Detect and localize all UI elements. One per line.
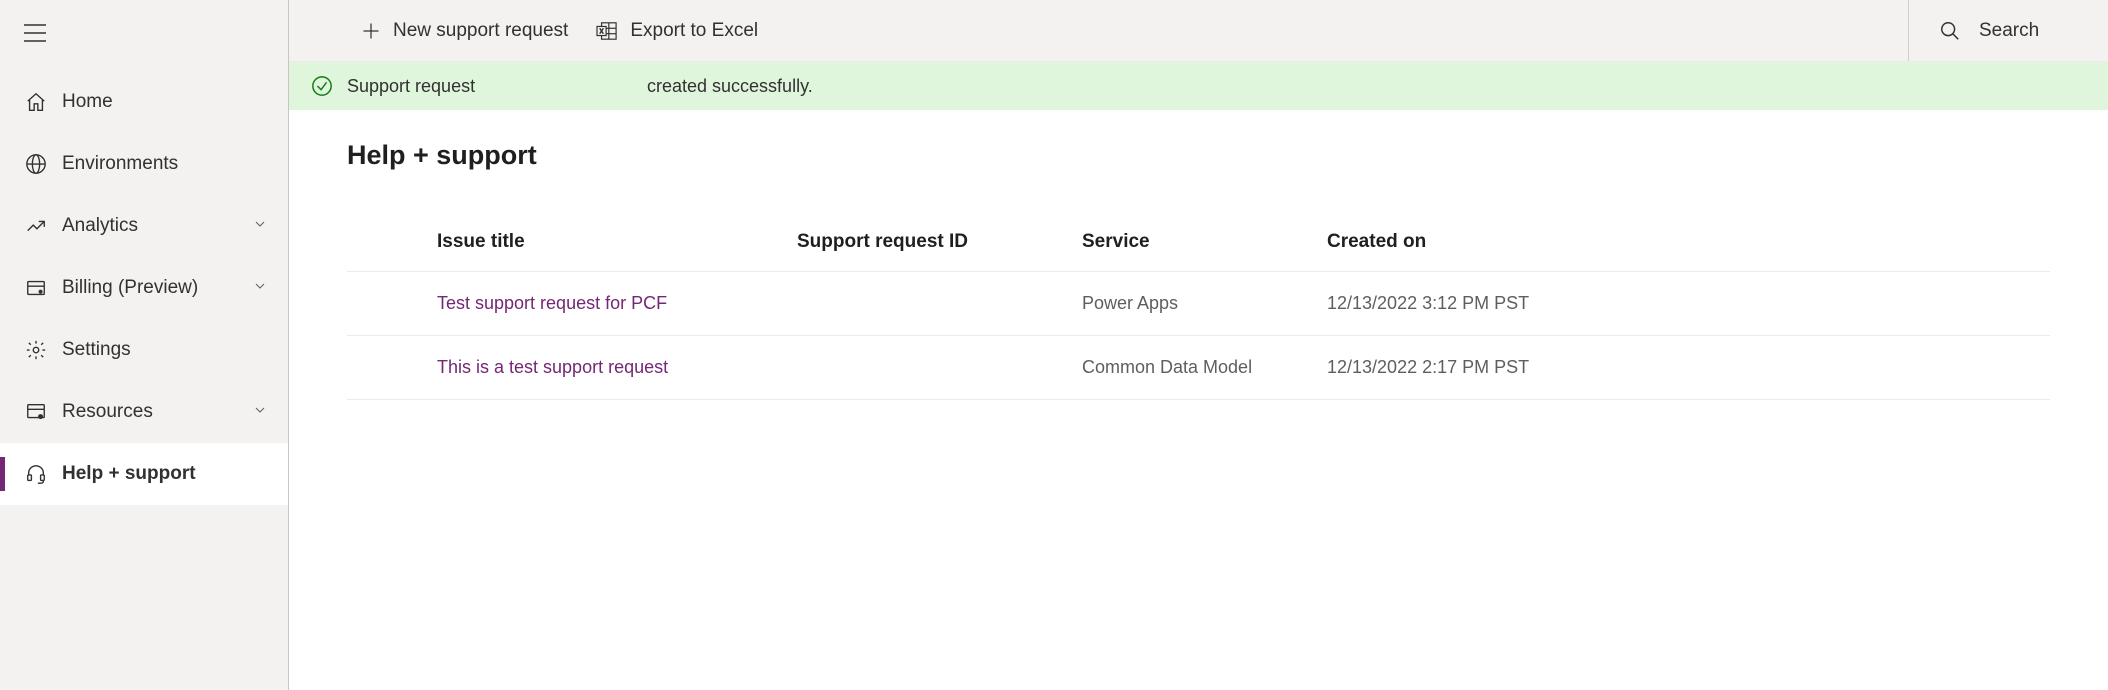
globe-icon (24, 152, 48, 176)
notification-message: created successfully. (647, 76, 813, 97)
home-icon (24, 90, 48, 114)
billing-icon (24, 276, 48, 300)
sidebar-item-environments[interactable]: Environments (0, 133, 288, 195)
export-to-excel-button[interactable]: Export to Excel (582, 0, 772, 61)
nav-label: Analytics (62, 215, 252, 237)
excel-icon (596, 21, 618, 41)
sidebar-item-settings[interactable]: Settings (0, 319, 288, 381)
check-circle-icon (311, 75, 333, 97)
chevron-down-icon (252, 216, 268, 237)
column-header-request-id[interactable]: Support request ID (797, 231, 1082, 253)
button-label: Export to Excel (630, 20, 758, 42)
cell-service: Power Apps (1082, 293, 1327, 314)
button-label: New support request (393, 20, 568, 42)
content-area: Help + support Issue title Support reque… (289, 110, 2108, 690)
resources-icon (24, 400, 48, 424)
headset-icon (24, 462, 48, 486)
hamburger-menu-button[interactable] (0, 16, 288, 71)
sidebar-item-home[interactable]: Home (0, 71, 288, 133)
plus-icon (361, 21, 381, 41)
table-header-row: Issue title Support request ID Service C… (347, 231, 2050, 272)
page-title: Help + support (347, 140, 2108, 171)
table-row[interactable]: Test support request for PCF Power Apps … (347, 272, 2050, 336)
nav-label: Environments (62, 153, 268, 175)
sidebar-item-help-support[interactable]: Help + support (0, 443, 288, 505)
support-requests-table: Issue title Support request ID Service C… (347, 231, 2050, 400)
cell-service: Common Data Model (1082, 357, 1327, 378)
gear-icon (24, 338, 48, 362)
chart-icon (24, 214, 48, 238)
sidebar-item-billing[interactable]: Billing (Preview) (0, 257, 288, 319)
cell-issue-title-link[interactable]: Test support request for PCF (437, 293, 797, 314)
cell-created-on: 12/13/2022 3:12 PM PST (1327, 293, 2050, 314)
sidebar: Home Environments Analytics Billing (Pre… (0, 0, 289, 690)
cell-issue-title-link[interactable]: This is a test support request (437, 357, 797, 378)
hamburger-icon (24, 24, 46, 42)
notification-label: Support request (347, 76, 647, 97)
table-row[interactable]: This is a test support request Common Da… (347, 336, 2050, 400)
cell-created-on: 12/13/2022 2:17 PM PST (1327, 357, 2050, 378)
nav-list: Home Environments Analytics Billing (Pre… (0, 71, 288, 505)
sidebar-item-resources[interactable]: Resources (0, 381, 288, 443)
nav-label: Help + support (62, 463, 268, 485)
nav-label: Settings (62, 339, 268, 361)
new-support-request-button[interactable]: New support request (347, 0, 582, 61)
toolbar: New support request Export to Excel Sear… (289, 0, 2108, 62)
success-notification: Support request created successfully. (289, 62, 2108, 110)
main-content: New support request Export to Excel Sear… (289, 0, 2108, 690)
nav-label: Resources (62, 401, 252, 423)
chevron-down-icon (252, 402, 268, 423)
search-label: Search (1979, 20, 2039, 42)
column-header-issue-title[interactable]: Issue title (437, 231, 797, 253)
chevron-down-icon (252, 278, 268, 299)
nav-label: Billing (Preview) (62, 277, 252, 299)
nav-label: Home (62, 91, 268, 113)
sidebar-item-analytics[interactable]: Analytics (0, 195, 288, 257)
search-icon (1939, 20, 1961, 42)
column-header-service[interactable]: Service (1082, 231, 1327, 253)
column-header-created-on[interactable]: Created on (1327, 231, 2050, 253)
search-button[interactable]: Search (1908, 0, 2108, 61)
